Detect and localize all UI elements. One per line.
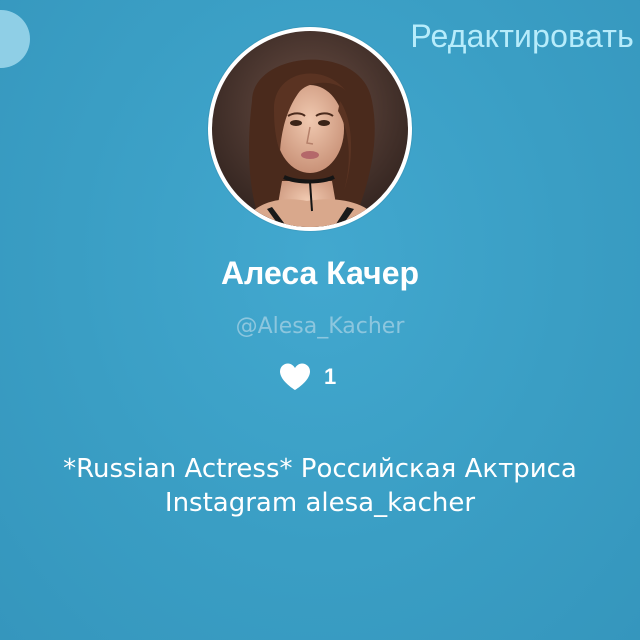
bio-line: *Russian Actress* Российская Актриса [63,454,577,484]
edit-profile-link[interactable]: Редактировать [410,18,634,55]
avatar [208,27,412,231]
heart-icon [280,363,310,390]
bio-line: Instagram alesa_kacher [164,488,476,518]
likes-count: 1 [324,364,337,389]
profile-handle: @Alesa_Kacher [235,314,405,339]
profile-name: Алеса Качер [220,255,420,291]
avatar-photo [212,31,408,227]
corner-circle-button[interactable] [0,10,30,68]
likes-button[interactable]: 1 [278,362,336,392]
profile-bio: *Russian Actress* Российская Актриса Ins… [0,452,640,520]
